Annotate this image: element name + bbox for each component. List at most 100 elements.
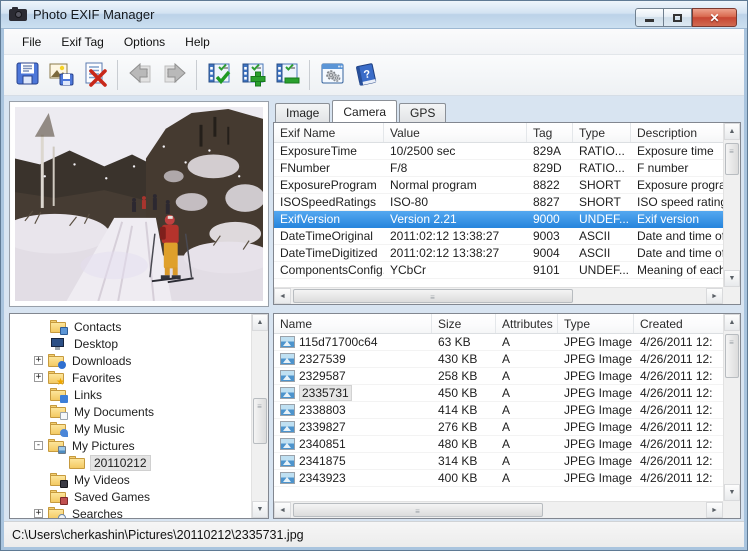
tab-camera[interactable]: Camera — [332, 100, 397, 122]
file-list-header: NameSizeAttributesTypeCreated — [274, 314, 723, 334]
exif-scrollbar-thumb[interactable]: ≡ — [725, 143, 739, 175]
exif-row-cell: DateTimeDigitized — [274, 246, 384, 260]
tree-item-saved-games[interactable]: Saved Games — [10, 488, 251, 505]
cell-text: ExposureTime — [280, 144, 357, 158]
tree-item-contacts[interactable]: Contacts — [10, 318, 251, 335]
exif-row[interactable]: ComponentsConfig...YCbCr9101UNDEF...Mean… — [274, 262, 723, 279]
files-hscrollbar-thumb[interactable]: ≡ — [293, 503, 543, 517]
exif-row[interactable]: DateTimeDigitized2011:02:12 13:38:279004… — [274, 245, 723, 262]
exif-row-cell: RATIO... — [573, 144, 631, 158]
delete-exif-list-button[interactable] — [78, 58, 112, 92]
column-header-attributes[interactable]: Attributes — [496, 314, 558, 333]
collapse-icon[interactable]: - — [34, 441, 43, 450]
file-row[interactable]: 2341875314 KBAJPEG Image4/26/2011 12: — [274, 453, 723, 470]
save-image-button[interactable] — [44, 58, 78, 92]
exif-row[interactable]: ExposureProgramNormal program8822SHORTEx… — [274, 177, 723, 194]
tree-item-favorites[interactable]: +★Favorites — [10, 369, 251, 386]
scroll-down-icon[interactable]: ▼ — [724, 270, 740, 287]
exif-row-cell: ASCII — [573, 229, 631, 243]
expand-icon[interactable]: + — [34, 509, 43, 518]
scroll-left-icon[interactable]: ◄ — [274, 502, 291, 518]
list-check-icon — [206, 60, 233, 90]
help-button[interactable]: ? — [349, 58, 383, 92]
cell-text: UNDEF... — [579, 212, 629, 226]
files-scrollbar-thumb[interactable]: ≡ — [725, 334, 739, 378]
files-horizontal-scrollbar[interactable]: ◄ ≡ ► — [274, 501, 723, 518]
minimize-button[interactable] — [635, 8, 664, 27]
toolbar-separator — [117, 60, 118, 90]
column-header-type[interactable]: Type — [573, 123, 631, 142]
cell-text: 2341875 — [299, 454, 346, 468]
exif-row[interactable]: FNumberF/8829DRATIO...F number — [274, 160, 723, 177]
cell-text: 4/26/2011 12: — [640, 420, 713, 434]
file-row[interactable]: 2338803414 KBAJPEG Image4/26/2011 12: — [274, 402, 723, 419]
close-button[interactable]: ✕ — [692, 8, 737, 27]
exif-row-cell: 829D — [527, 161, 573, 175]
scroll-up-icon[interactable]: ▲ — [724, 123, 740, 140]
column-header-name[interactable]: Name — [274, 314, 432, 333]
file-row[interactable]: 2340851480 KBAJPEG Image4/26/2011 12: — [274, 436, 723, 453]
cell-text: 450 KB — [438, 386, 477, 400]
scroll-down-icon[interactable]: ▼ — [252, 501, 268, 518]
column-header-tag[interactable]: Tag — [527, 123, 573, 142]
file-row[interactable]: 115d71700c6463 KBAJPEG Image4/26/2011 12… — [274, 334, 723, 351]
tree-item-desktop[interactable]: Desktop — [10, 335, 251, 352]
tree-item-my-music[interactable]: My Music — [10, 420, 251, 437]
expand-icon[interactable]: + — [34, 356, 43, 365]
exif-row[interactable]: ExposureTime10/2500 sec829ARATIO...Expos… — [274, 143, 723, 160]
menu-bar: FileExif TagOptionsHelp — [4, 29, 744, 55]
files-vertical-scrollbar[interactable]: ▲ ≡ ▼ — [723, 314, 740, 501]
tab-gps[interactable]: GPS — [399, 103, 446, 122]
exif-row-cell: ExposureProgram — [274, 178, 384, 192]
scroll-up-icon[interactable]: ▲ — [252, 314, 268, 331]
tree-item-my-documents[interactable]: My Documents — [10, 403, 251, 420]
file-row[interactable]: 2339827276 KBAJPEG Image4/26/2011 12: — [274, 419, 723, 436]
tree-scrollbar-thumb[interactable]: ≡ — [253, 398, 267, 444]
apply-exif-tags-button[interactable] — [202, 58, 236, 92]
column-header-exif-name[interactable]: Exif Name — [274, 123, 384, 142]
menu-item-exif-tag[interactable]: Exif Tag — [51, 31, 113, 53]
expand-icon[interactable]: + — [34, 373, 43, 382]
exif-row[interactable]: DateTimeOriginal2011:02:12 13:38:279003A… — [274, 228, 723, 245]
exif-vertical-scrollbar[interactable]: ▲ ≡ ▼ — [723, 123, 740, 287]
options-window-button[interactable] — [315, 58, 349, 92]
tree-vertical-scrollbar[interactable]: ▲ ≡ ▼ — [251, 314, 268, 518]
menu-item-options[interactable]: Options — [114, 31, 175, 53]
tree-item-searches[interactable]: +Searches — [10, 505, 251, 519]
maximize-button[interactable] — [664, 8, 692, 27]
file-row[interactable]: 2327539430 KBAJPEG Image4/26/2011 12: — [274, 351, 723, 368]
scroll-left-icon[interactable]: ◄ — [274, 288, 291, 304]
scroll-right-icon[interactable]: ► — [706, 502, 723, 518]
add-exif-tag-button[interactable] — [236, 58, 270, 92]
scroll-down-icon[interactable]: ▼ — [724, 484, 740, 501]
file-row[interactable]: 2343923400 KBAJPEG Image4/26/2011 12: — [274, 470, 723, 487]
file-row[interactable]: 2335731450 KBAJPEG Image4/26/2011 12: — [274, 385, 723, 402]
exif-row[interactable]: ISOSpeedRatingsISO-808827SHORTISO speed … — [274, 194, 723, 211]
file-row[interactable]: 2329587258 KBAJPEG Image4/26/2011 12: — [274, 368, 723, 385]
column-header-value[interactable]: Value — [384, 123, 527, 142]
exif-horizontal-scrollbar[interactable]: ◄ ≡ ► — [274, 287, 723, 304]
cell-text: JPEG Image — [564, 369, 632, 383]
exif-row[interactable]: ExifVersionVersion 2.219000UNDEF...Exif … — [274, 211, 723, 228]
column-header-type[interactable]: Type — [558, 314, 634, 333]
tree-item-downloads[interactable]: +Downloads — [10, 352, 251, 369]
menu-item-help[interactable]: Help — [175, 31, 220, 53]
column-header-size[interactable]: Size — [432, 314, 496, 333]
tree-item-my-videos[interactable]: My Videos — [10, 471, 251, 488]
tree-item-20110212[interactable]: 20110212 — [10, 454, 251, 471]
tab-image[interactable]: Image — [275, 103, 330, 122]
save-exif-button[interactable] — [10, 58, 44, 92]
tree-item-links[interactable]: Links — [10, 386, 251, 403]
photo-preview-panel — [9, 101, 269, 307]
scroll-up-icon[interactable]: ▲ — [724, 314, 740, 331]
photo-preview — [15, 107, 263, 301]
menu-item-file[interactable]: File — [12, 31, 51, 53]
maximize-icon — [673, 14, 682, 22]
file-row-cell: 258 KB — [432, 369, 496, 383]
remove-exif-tag-button[interactable] — [270, 58, 304, 92]
app-camera-icon — [9, 7, 27, 22]
cell-text: 4/26/2011 12: — [640, 471, 713, 485]
exif-hscrollbar-thumb[interactable]: ≡ — [293, 289, 573, 303]
tree-item-my-pictures[interactable]: -My Pictures — [10, 437, 251, 454]
scroll-right-icon[interactable]: ► — [706, 288, 723, 304]
